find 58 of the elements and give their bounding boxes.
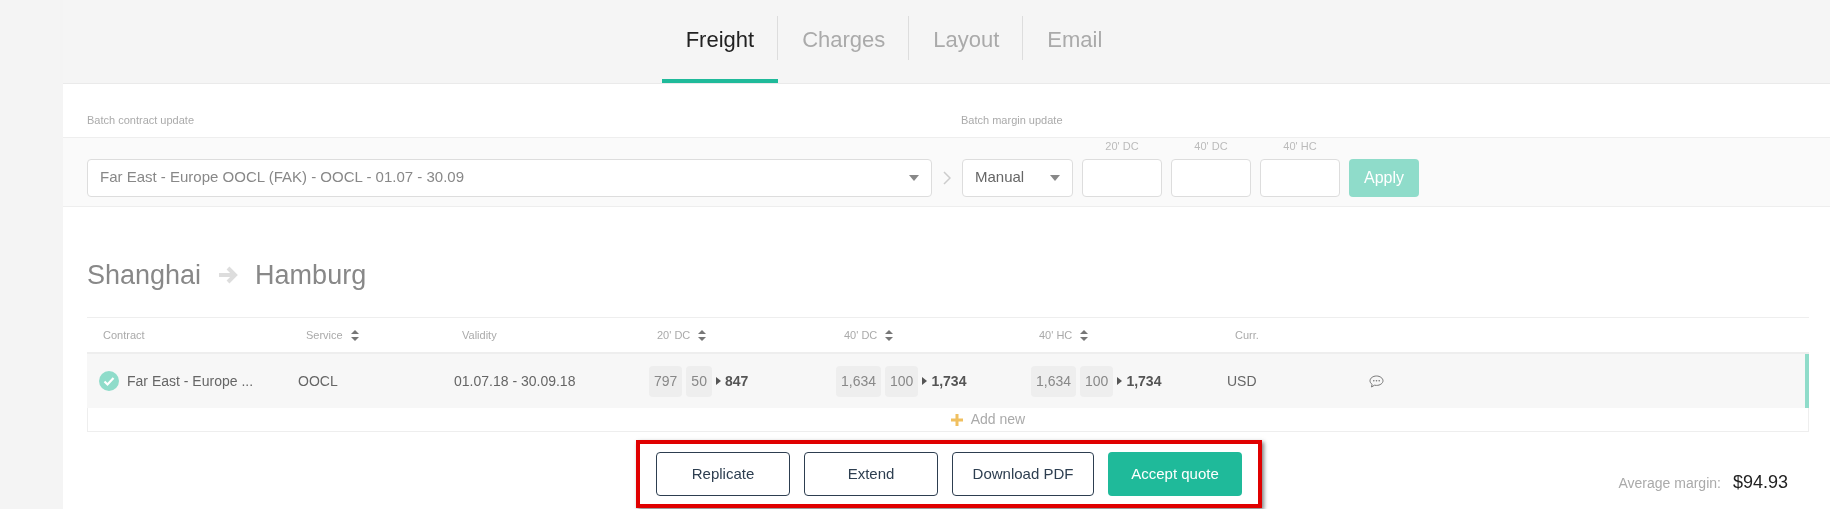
column-header[interactable]: 40' HC [1039, 326, 1089, 344]
route-origin: Shanghai [87, 258, 202, 292]
total-rate: 1,734 [931, 371, 967, 391]
sort-icon[interactable] [885, 329, 894, 341]
column-header[interactable]: Curr. [1235, 326, 1259, 344]
average-margin-value: $94.93 [1732, 470, 1788, 494]
sort-icon[interactable] [350, 329, 359, 341]
table-cell-text: Far East - Europe ... [127, 371, 254, 391]
chevron-right-icon [943, 170, 951, 185]
action-button[interactable]: Download PDF [952, 452, 1094, 496]
contract-select[interactable]: Far East - Europe OOCL (FAK) - OOCL - 01.07 - 30.09 [87, 158, 932, 197]
column-header[interactable]: Contract [103, 326, 145, 344]
total-rate: 847 [724, 371, 749, 391]
table-cell: OOCL [298, 372, 338, 389]
arrow-right-icon [217, 264, 240, 285]
margin-input[interactable] [1260, 158, 1340, 197]
action-button[interactable]: Extend [804, 452, 938, 496]
tab[interactable]: Layout [909, 0, 1024, 83]
tab[interactable]: Charges [778, 0, 910, 83]
base-rate: 1,634 [1031, 365, 1077, 397]
check-circle-icon [99, 371, 119, 391]
margin-rate: 50 [686, 365, 712, 397]
caret-icon [909, 174, 919, 181]
comment-icon[interactable] [1369, 374, 1384, 388]
table-cell: USD [1227, 372, 1257, 389]
margin-mode-select[interactable]: Manual [962, 158, 1073, 197]
tab[interactable]: Freight [661, 0, 779, 83]
sort-icon[interactable] [1080, 329, 1089, 341]
plus-icon [950, 413, 963, 426]
field-label: Batch contract update [87, 113, 195, 128]
table-row[interactable]: Far East - Europe ... OOCL 01.07.18 - 30.09.18 797 50 847 1,634 100 1,734 1,634 100 1,734 USD [87, 354, 1809, 408]
field-label: Batch margin update [961, 113, 1063, 128]
column-header[interactable]: 20' DC [657, 326, 707, 344]
total-rate: 1,734 [1126, 371, 1162, 391]
column-label: 40' DC [1194, 139, 1228, 154]
caret-right-icon [922, 377, 928, 385]
action-button[interactable]: Replicate [656, 452, 790, 496]
column-header[interactable]: Service [306, 326, 359, 344]
route-destination: Hamburg [255, 258, 367, 292]
column-label: 40' HC [1283, 139, 1317, 154]
base-rate: 1,634 [836, 365, 882, 397]
action-button[interactable]: Accept quote [1108, 452, 1242, 496]
tab[interactable]: Email [1023, 0, 1127, 83]
margin-rate: 100 [885, 365, 919, 397]
margin-rate: 100 [1080, 365, 1114, 397]
column-header[interactable]: Validity [462, 326, 497, 344]
column-label: 20' DC [1105, 139, 1139, 154]
column-header[interactable]: 40' DC [844, 326, 894, 344]
base-rate: 797 [649, 365, 683, 397]
caret-right-icon [1117, 377, 1123, 385]
margin-input[interactable] [1082, 158, 1162, 197]
caret-icon [1050, 174, 1060, 181]
add-new-button[interactable]: Add new [950, 409, 1026, 430]
caret-right-icon [715, 377, 721, 385]
table-cell: 01.07.18 - 30.09.18 [454, 372, 576, 389]
margin-input[interactable] [1171, 158, 1251, 197]
average-margin-label: Average margin: [1618, 473, 1721, 493]
sort-icon[interactable] [698, 329, 707, 341]
